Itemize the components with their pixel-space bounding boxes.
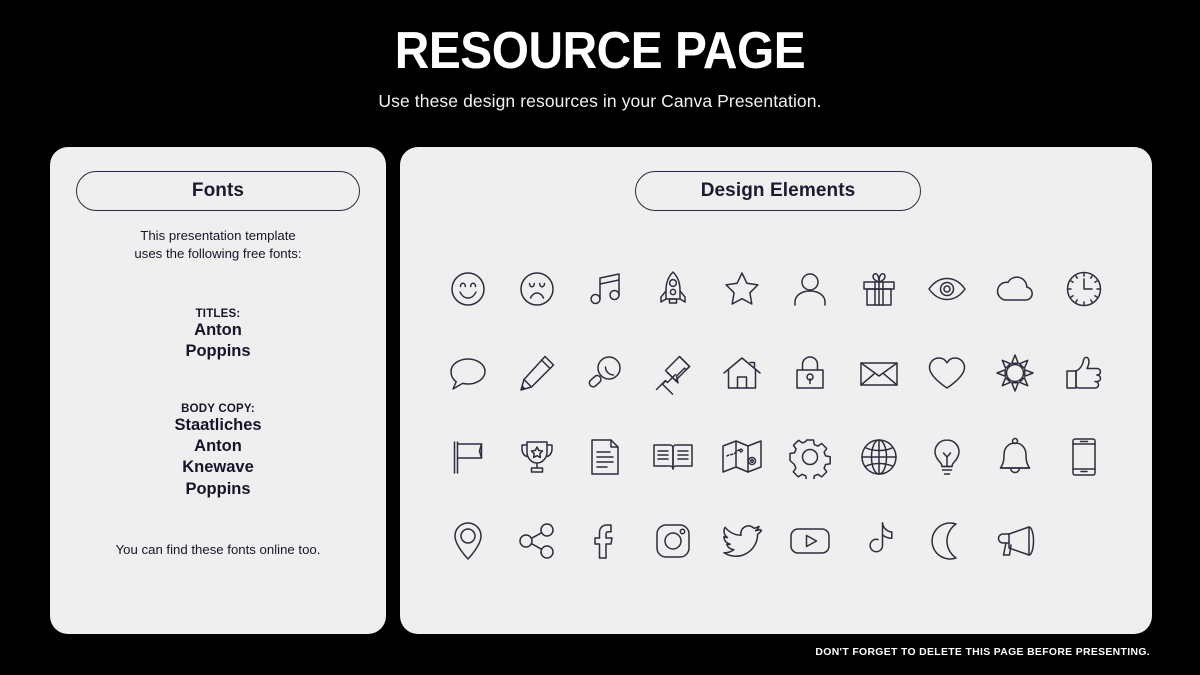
document-icon[interactable] xyxy=(579,431,631,483)
rocket-icon[interactable] xyxy=(647,263,699,315)
megaphone-icon[interactable] xyxy=(989,515,1041,567)
fonts-panel-body: This presentation template uses the foll… xyxy=(50,227,386,557)
flag-icon[interactable] xyxy=(442,431,494,483)
thumbs-up-icon[interactable] xyxy=(1058,347,1110,399)
gift-icon[interactable] xyxy=(853,263,905,315)
fonts-pill-header[interactable]: Fonts xyxy=(76,171,360,211)
youtube-icon[interactable] xyxy=(784,515,836,567)
bell-icon[interactable] xyxy=(989,431,1041,483)
pushpin-icon[interactable] xyxy=(647,347,699,399)
body-copy-font-group: BODY COPY: Staatliches Anton Knewave Pop… xyxy=(50,403,386,500)
slide-canvas: RESOURCE PAGE Use these design resources… xyxy=(0,0,1200,675)
footer-note: DON'T FORGET TO DELETE THIS PAGE BEFORE … xyxy=(815,647,1150,658)
envelope-icon[interactable] xyxy=(853,347,905,399)
fonts-intro-line-2: uses the following free fonts: xyxy=(134,245,302,261)
titles-font-name: Anton xyxy=(194,321,242,340)
fonts-intro-line-1: This presentation template xyxy=(140,228,296,243)
speech-bubble-icon[interactable] xyxy=(442,347,494,399)
header: RESOURCE PAGE Use these design resources… xyxy=(0,22,1200,112)
body-group-label: BODY COPY: xyxy=(181,402,255,415)
pencil-icon[interactable] xyxy=(511,347,563,399)
globe-icon[interactable] xyxy=(853,431,905,483)
instagram-icon[interactable] xyxy=(647,515,699,567)
facebook-icon[interactable] xyxy=(579,515,631,567)
design-elements-panel: Design Elements xyxy=(400,147,1152,634)
twitter-icon[interactable] xyxy=(716,515,768,567)
share-icon[interactable] xyxy=(511,515,563,567)
titles-font-name: Poppins xyxy=(185,342,251,361)
clock-icon[interactable] xyxy=(1058,263,1110,315)
star-icon[interactable] xyxy=(716,263,768,315)
body-font-name: Staatliches xyxy=(174,415,262,434)
titles-font-group: TITLES: Anton Poppins xyxy=(50,308,386,363)
open-book-icon[interactable] xyxy=(647,431,699,483)
sun-icon[interactable] xyxy=(989,347,1041,399)
cloud-icon[interactable] xyxy=(989,263,1041,315)
heart-icon[interactable] xyxy=(921,347,973,399)
smartphone-icon[interactable] xyxy=(1058,431,1110,483)
sad-face-icon[interactable] xyxy=(511,263,563,315)
gear-icon[interactable] xyxy=(784,431,836,483)
fonts-closing-line: You can find these fonts online too. xyxy=(115,541,321,557)
body-font-name: Anton xyxy=(194,436,242,455)
location-pin-icon[interactable] xyxy=(442,515,494,567)
music-note-icon[interactable] xyxy=(579,263,631,315)
lightbulb-icon[interactable] xyxy=(921,431,973,483)
tiktok-icon[interactable] xyxy=(853,515,905,567)
page-subtitle: Use these design resources in your Canva… xyxy=(378,91,822,112)
icon-grid xyxy=(434,247,1118,583)
map-icon[interactable] xyxy=(716,431,768,483)
fonts-panel: Fonts This presentation template uses th… xyxy=(50,147,386,634)
smiley-face-icon[interactable] xyxy=(442,263,494,315)
design-elements-pill-label: Design Elements xyxy=(700,180,856,201)
page-title: RESOURCE PAGE xyxy=(394,22,806,80)
design-elements-pill-header[interactable]: Design Elements xyxy=(635,171,921,211)
body-font-name: Poppins xyxy=(185,479,251,498)
titles-group-label: TITLES: xyxy=(195,308,241,321)
person-icon[interactable] xyxy=(784,263,836,315)
moon-icon[interactable] xyxy=(921,515,973,567)
body-font-name: Knewave xyxy=(182,458,254,477)
magnifying-glass-icon[interactable] xyxy=(579,347,631,399)
lock-icon[interactable] xyxy=(784,347,836,399)
eye-icon[interactable] xyxy=(921,263,973,315)
trophy-icon[interactable] xyxy=(511,431,563,483)
house-icon[interactable] xyxy=(716,347,768,399)
fonts-pill-label: Fonts xyxy=(191,180,245,201)
